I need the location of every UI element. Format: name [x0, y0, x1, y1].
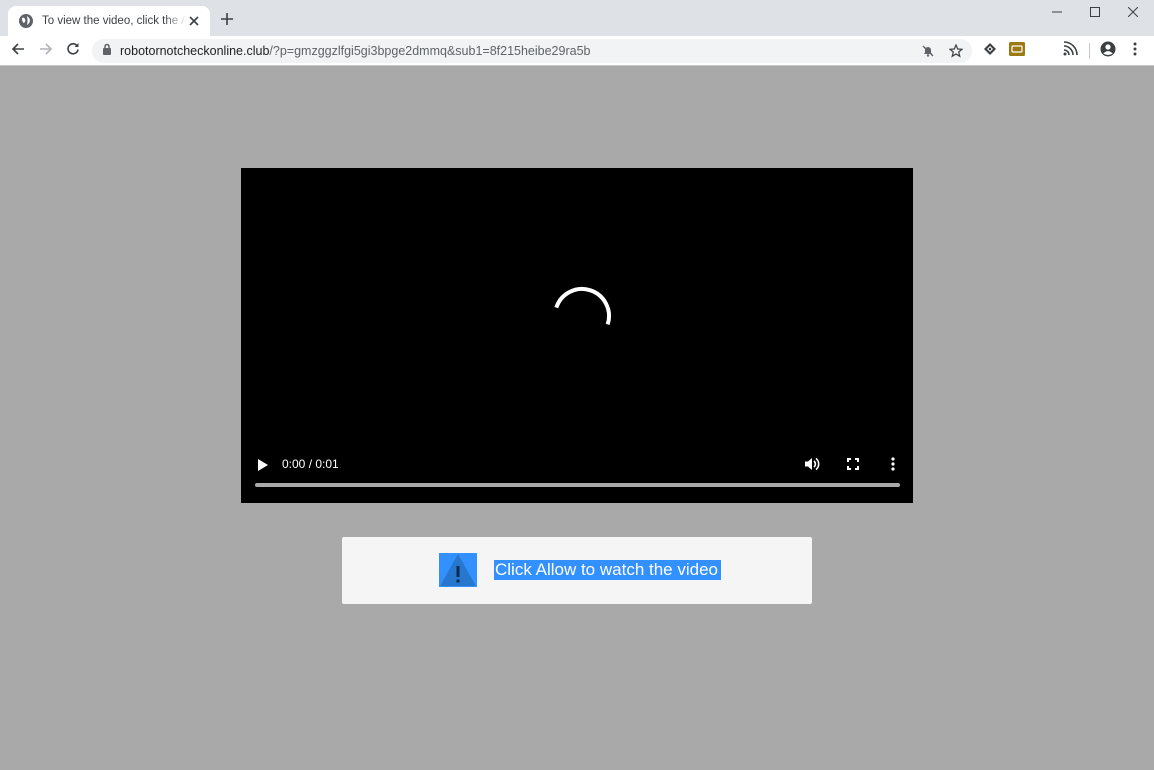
- tab-title: To view the video, click the Allow: [42, 15, 186, 27]
- globe-icon: [18, 13, 34, 29]
- play-button[interactable]: [255, 457, 271, 473]
- browser-tab[interactable]: To view the video, click the Allow: [8, 6, 210, 36]
- fullscreen-button[interactable]: [844, 455, 862, 473]
- address-bar[interactable]: robotornotcheckonline.club/?p=gmzggzlfgi…: [92, 39, 972, 63]
- menu-icon: [1133, 42, 1137, 61]
- forward-button[interactable]: [34, 39, 58, 63]
- fullscreen-icon: [844, 458, 862, 477]
- close-icon[interactable]: [186, 13, 202, 29]
- account-icon: [1100, 41, 1116, 62]
- url-host: robotornotcheckonline.club: [120, 44, 270, 58]
- play-icon: [255, 459, 271, 477]
- loading-spinner-icon: [551, 285, 613, 347]
- maximize-icon: [1090, 4, 1100, 22]
- back-icon: [11, 42, 25, 61]
- toolbar-divider: [1089, 43, 1090, 59]
- warning-icon: [439, 553, 477, 587]
- url-path: /?p=gmzggzlfgi5gi3bpge2dmmq&sub1=8f215he…: [269, 44, 591, 58]
- star-icon[interactable]: [947, 42, 965, 60]
- volume-icon: [803, 457, 821, 477]
- more-options-button[interactable]: [884, 455, 902, 473]
- minimize-button[interactable]: [1038, 2, 1076, 24]
- back-button[interactable]: [6, 39, 30, 63]
- cast-button[interactable]: [1058, 39, 1082, 63]
- reload-button[interactable]: [61, 39, 85, 63]
- forward-icon: [39, 42, 53, 61]
- close-icon: [1127, 4, 1139, 22]
- title-bar: To view the video, click the Allow: [0, 0, 1154, 36]
- allow-prompt: Click Allow to watch the video: [342, 537, 812, 604]
- extension-icon: [982, 41, 998, 62]
- plus-icon: [221, 12, 233, 30]
- lock-icon[interactable]: [102, 42, 112, 60]
- reload-icon: [66, 42, 80, 61]
- video-time: 0:00 / 0:01: [282, 457, 339, 471]
- cc-extension-icon: [1009, 41, 1025, 61]
- cast-icon: [1062, 40, 1078, 62]
- more-vertical-icon: [884, 457, 902, 477]
- url-text: robotornotcheckonline.club/?p=gmzggzlfgi…: [120, 44, 590, 58]
- window-close-button[interactable]: [1114, 2, 1152, 24]
- menu-button[interactable]: [1123, 39, 1147, 63]
- cc-extension-button[interactable]: [1005, 39, 1029, 63]
- browser-toolbar: robotornotcheckonline.club/?p=gmzggzlfgi…: [0, 36, 1154, 66]
- allow-instruction-text: Click Allow to watch the video: [494, 560, 721, 580]
- mute-button[interactable]: [803, 455, 821, 473]
- video-player[interactable]: 0:00 / 0:01: [241, 168, 913, 503]
- notifications-blocked-icon[interactable]: [919, 42, 937, 60]
- extension-button[interactable]: [978, 39, 1002, 63]
- account-button[interactable]: [1096, 39, 1120, 63]
- minimize-icon: [1052, 4, 1062, 22]
- new-tab-button[interactable]: [216, 10, 238, 32]
- maximize-button[interactable]: [1076, 2, 1114, 24]
- video-progress-bar[interactable]: [255, 483, 900, 487]
